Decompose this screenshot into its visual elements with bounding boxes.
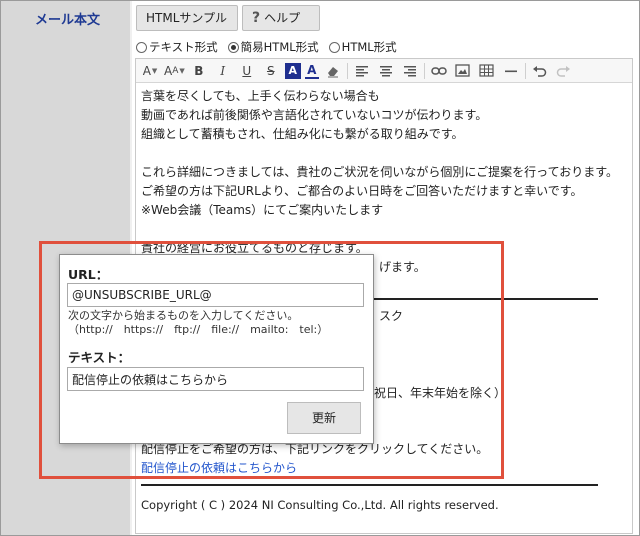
eraser-button[interactable] [323, 61, 343, 81]
help-button-label: ヘルプ [264, 11, 301, 25]
align-right-icon [403, 65, 416, 76]
chevron-down-icon: ▼ [179, 66, 185, 75]
question-icon: ? [252, 10, 261, 26]
url-input[interactable] [67, 283, 364, 307]
update-button[interactable]: 更新 [287, 402, 361, 434]
toolbar-divider [346, 62, 348, 79]
field-label-mail-body: メール本文 [35, 13, 101, 28]
align-left-icon [355, 65, 368, 76]
horizontal-rule [141, 484, 598, 486]
body-line: 動画であれば前後関係や言語化されていないコツが伝わります。 [141, 108, 488, 122]
font-family-icon: A [142, 63, 151, 78]
insert-table-button[interactable] [477, 61, 497, 81]
text-label: テキスト： [68, 350, 131, 365]
link-icon [431, 66, 447, 75]
bold-button[interactable]: B [189, 61, 209, 81]
format-option-label: 簡易HTML形式 [240, 40, 319, 54]
underline-button[interactable]: U [237, 61, 257, 81]
font-family-dropdown[interactable]: A ▼ [140, 61, 160, 81]
radio-icon [136, 41, 147, 53]
body-line: これら詳細につきましては、貴社のご状況を伺いながら個別にご提案を行っております。 [141, 165, 619, 179]
font-size-dropdown[interactable]: A A ▼ [164, 61, 185, 81]
format-option-html[interactable]: HTML形式 [328, 39, 397, 55]
italic-button[interactable]: I [213, 61, 233, 81]
link-text-input[interactable] [67, 367, 364, 391]
toolbar-divider [524, 62, 526, 79]
body-line: ご希望の方は下記URLより、ご都合のよい日時をご回答いただけますと幸いです。 [141, 184, 583, 198]
background-color-button[interactable]: A [284, 62, 301, 79]
format-option-text[interactable]: テキスト形式 [136, 39, 218, 55]
format-option-simple-html[interactable]: 簡易HTML形式 [227, 39, 319, 55]
align-center-icon [379, 65, 392, 76]
redo-icon [557, 65, 571, 77]
url-hint: 次の文字から始まるものを入力してください。 [68, 309, 299, 322]
url-hint-protocols: （http:// https:// ftp:// file:// mailto:… [68, 323, 329, 336]
eraser-icon [327, 66, 338, 77]
radio-icon [328, 41, 340, 53]
link-edit-dialog: URL： 次の文字から始まるものを入力してください。 （http:// http… [59, 254, 374, 444]
strikethrough-button[interactable]: S [261, 61, 281, 81]
html-sample-button[interactable]: HTMLサンプル [136, 5, 238, 31]
insert-image-button[interactable] [453, 61, 473, 81]
align-right-button[interactable] [400, 61, 420, 81]
copyright-line: Copyright ( C ) 2024 NI Consulting Co.,L… [141, 498, 499, 512]
table-icon [479, 64, 494, 77]
font-size-small-icon: A [172, 65, 179, 76]
horizontal-rule-button[interactable] [501, 61, 521, 81]
format-option-label: テキスト形式 [149, 40, 218, 54]
editor-toolbar: A ▼ A A ▼ B I U S A A [136, 59, 632, 83]
radio-selected-icon [227, 41, 239, 53]
font-color-button[interactable]: A [304, 63, 319, 79]
align-left-button[interactable] [352, 61, 372, 81]
body-line: 組織として蓄積もされ、仕組み化にも繋がる取り組みです。 [141, 127, 464, 141]
redo-button[interactable] [554, 61, 574, 81]
undo-button[interactable] [530, 61, 550, 81]
toolbar-divider [423, 62, 425, 79]
format-radio-group: テキスト形式 簡易HTML形式 HTML形式 [136, 38, 407, 56]
chevron-down-icon: ▼ [151, 66, 158, 75]
insert-link-button[interactable] [429, 61, 449, 81]
horizontal-rule-icon [504, 70, 517, 72]
image-icon [455, 64, 470, 77]
url-label: URL： [68, 267, 109, 282]
body-line: ※Web会議（Teams）にてご案内いたします [141, 203, 384, 217]
font-size-icon: A [164, 63, 173, 78]
help-button[interactable]: ? ヘルプ [242, 5, 320, 31]
align-center-button[interactable] [376, 61, 396, 81]
format-option-label: HTML形式 [341, 40, 397, 54]
undo-icon [533, 65, 547, 77]
body-line: 言葉を尽くしても、上手く伝わらない場合も [141, 89, 380, 103]
